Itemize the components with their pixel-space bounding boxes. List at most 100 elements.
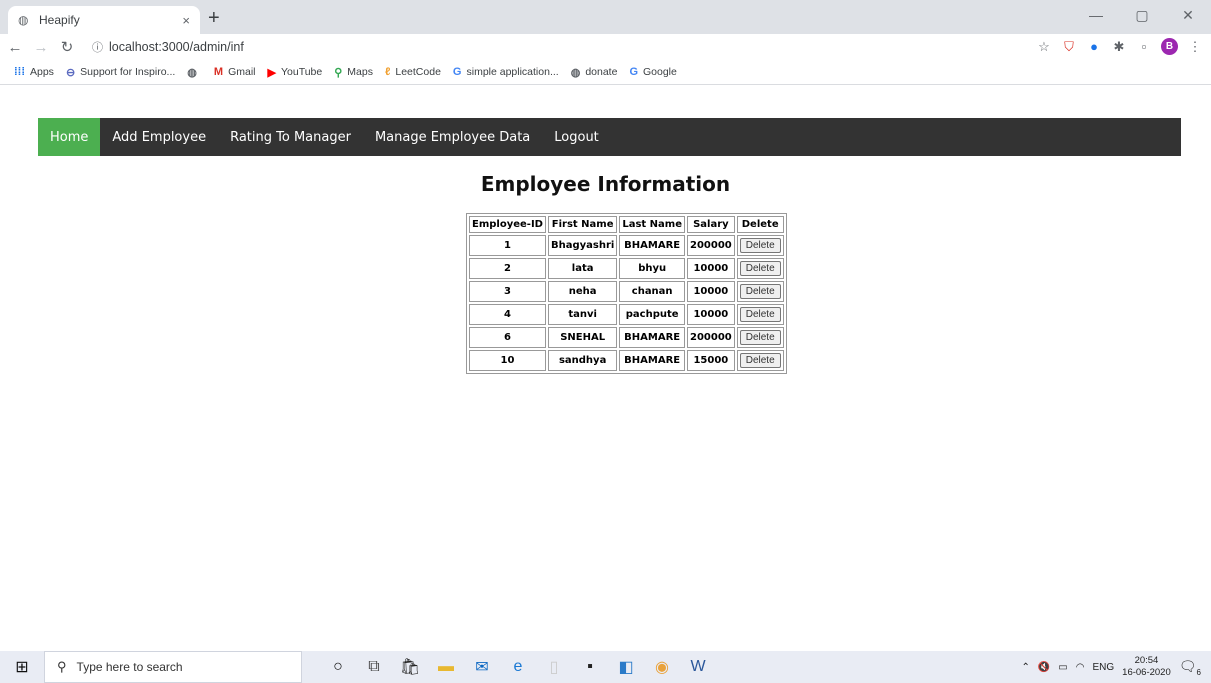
bookmark-youtube[interactable]: ▶ YouTube	[268, 66, 323, 79]
nav-add-employee[interactable]: Add Employee	[100, 118, 218, 156]
notification-icon[interactable]: 🗨6	[1179, 658, 1201, 677]
edge-icon[interactable]: e	[500, 658, 536, 676]
bookmark-gmail[interactable]: M Gmail	[214, 66, 256, 78]
maximize-button[interactable]: ▢	[1119, 0, 1165, 34]
task-view-icon[interactable]: ⧉	[356, 658, 392, 676]
bookmark-leetcode[interactable]: ℓ LeetCode	[385, 66, 441, 78]
browser-tab[interactable]: ◍ Heapify ×	[8, 6, 200, 34]
table-row: 3 neha chanan 10000 Delete	[469, 281, 784, 302]
back-arrow-icon[interactable]: ←	[4, 39, 26, 56]
url-text: localhost:3000/admin/inf	[109, 40, 244, 54]
header-salary: Salary	[686, 216, 735, 233]
cell-employee-id: 4	[469, 304, 546, 325]
language-indicator[interactable]: ENG	[1092, 662, 1114, 673]
extension-box-icon[interactable]: ▫	[1136, 39, 1152, 54]
globe-icon: ◍	[18, 12, 29, 27]
wifi-icon[interactable]: ◠	[1076, 662, 1085, 673]
window-controls: — ▢ ✕	[1073, 0, 1211, 34]
bookmark-google[interactable]: G Google	[629, 66, 676, 78]
delete-button[interactable]: Delete	[739, 307, 781, 322]
clock[interactable]: 20:54 16-06-2020	[1122, 655, 1171, 679]
mail-icon[interactable]: ✉	[464, 657, 500, 677]
document-icon[interactable]: ▯	[536, 657, 572, 677]
delete-button[interactable]: Delete	[739, 284, 781, 299]
table-row: 1 Bhagyashri BHAMARE 200000 Delete	[469, 235, 784, 256]
close-window-button[interactable]: ✕	[1165, 0, 1211, 34]
table-row: 10 sandhya BHAMARE 15000 Delete	[469, 350, 784, 371]
cell-employee-id: 1	[469, 235, 546, 256]
chevron-up-icon[interactable]: ⌃	[1021, 662, 1029, 673]
terminal-icon[interactable]: ▪	[572, 658, 608, 676]
delete-button[interactable]: Delete	[739, 330, 781, 345]
header-employee-id: Employee-ID	[469, 216, 546, 233]
cell-first-name: sandhya	[547, 350, 618, 371]
taskbar-search-box[interactable]: ⚲ Type here to search	[44, 651, 302, 683]
cell-last-name: bhyu	[619, 258, 685, 279]
delete-button[interactable]: Delete	[739, 353, 781, 368]
delete-button[interactable]: Delete	[739, 261, 781, 276]
store-icon[interactable]: 🛍	[392, 657, 428, 677]
cell-employee-id: 10	[469, 350, 546, 371]
battery-icon[interactable]: ▭	[1058, 662, 1067, 673]
cell-delete: Delete	[736, 327, 784, 348]
cell-salary: 10000	[686, 304, 735, 325]
cell-employee-id: 2	[469, 258, 546, 279]
cell-delete: Delete	[736, 281, 784, 302]
windows-start-icon[interactable]: ⊞	[0, 657, 44, 677]
google-icon: G	[629, 66, 638, 78]
delete-button[interactable]: Delete	[739, 238, 781, 253]
reload-icon[interactable]: ↻	[56, 38, 78, 56]
taskbar-apps: ○ ⧉ 🛍 ▬ ✉ e ▯ ▪ ◧ ◉ W	[320, 651, 716, 683]
word-icon[interactable]: W	[680, 658, 716, 676]
tab-close-icon[interactable]: ×	[182, 13, 190, 28]
cell-first-name: Bhagyashri	[547, 235, 618, 256]
globe-icon: ◍	[187, 66, 197, 79]
nav-rating-to-manager[interactable]: Rating To Manager	[218, 118, 363, 156]
extension-shield-icon[interactable]: ⛉	[1061, 39, 1077, 55]
bookmark-support-inspiro[interactable]: ⊖ Support for Inspiro...	[66, 66, 175, 79]
header-last-name: Last Name	[619, 216, 685, 233]
extension-circle-icon[interactable]: ●	[1086, 39, 1102, 54]
cortana-icon[interactable]: ○	[320, 658, 356, 676]
cell-salary: 15000	[686, 350, 735, 371]
nav-home[interactable]: Home	[38, 118, 101, 156]
extension-puzzle-icon[interactable]: ✱	[1111, 39, 1127, 55]
cell-delete: Delete	[736, 350, 784, 371]
chrome-icon[interactable]: ◉	[644, 657, 680, 677]
profile-avatar[interactable]: B	[1161, 38, 1178, 55]
bookmark-simple-application[interactable]: G simple application...	[453, 66, 559, 78]
cell-salary: 10000	[686, 281, 735, 302]
toolbar-icons: ☆ ⛉ ● ✱ ▫ B ⋮	[1036, 38, 1203, 55]
cell-first-name: SNEHAL	[547, 327, 618, 348]
cell-first-name: lata	[547, 258, 618, 279]
minimize-button[interactable]: —	[1073, 0, 1119, 34]
windows-taskbar: ⊞ ⚲ Type here to search ○ ⧉ 🛍 ▬ ✉ e ▯ ▪ …	[0, 651, 1211, 683]
nav-logout[interactable]: Logout	[542, 118, 611, 156]
main-navbar: Home Add Employee Rating To Manager Mana…	[38, 118, 1181, 156]
new-tab-button[interactable]: +	[208, 6, 220, 30]
cell-salary: 10000	[686, 258, 735, 279]
bookmark-star-icon[interactable]: ☆	[1036, 39, 1052, 55]
address-bar[interactable]: ⓘ localhost:3000/admin/inf	[92, 36, 997, 58]
cell-last-name: BHAMARE	[619, 235, 685, 256]
cell-last-name: BHAMARE	[619, 350, 685, 371]
bookmark-globe[interactable]: ◍	[187, 66, 202, 79]
menu-dots-icon[interactable]: ⋮	[1187, 39, 1203, 55]
cell-last-name: chanan	[619, 281, 685, 302]
search-icon: ⚲	[57, 659, 67, 674]
clock-date: 16-06-2020	[1122, 667, 1171, 678]
globe-icon: ◍	[570, 66, 581, 79]
nav-manage-employee-data[interactable]: Manage Employee Data	[363, 118, 542, 156]
cell-delete: Delete	[736, 258, 784, 279]
site-info-icon[interactable]: ⓘ	[92, 39, 103, 55]
vscode-icon[interactable]: ◧	[608, 657, 644, 677]
volume-mute-icon[interactable]: 🔇	[1038, 662, 1050, 673]
system-tray: ⌃ 🔇 ▭ ◠ ENG 20:54 16-06-2020 🗨6	[1021, 651, 1201, 683]
bookmark-donate[interactable]: ◍ donate	[571, 66, 618, 79]
bookmark-maps[interactable]: ⚲ Maps	[334, 66, 373, 79]
bookmark-apps[interactable]: ⁞⁞⁞ Apps	[14, 66, 54, 78]
forward-arrow-icon[interactable]: →	[30, 39, 52, 56]
header-first-name: First Name	[547, 216, 618, 233]
file-explorer-icon[interactable]: ▬	[428, 658, 464, 676]
browser-toolbar: ← → ↻ ⓘ localhost:3000/admin/inf ☆ ⛉ ● ✱…	[0, 34, 1211, 60]
